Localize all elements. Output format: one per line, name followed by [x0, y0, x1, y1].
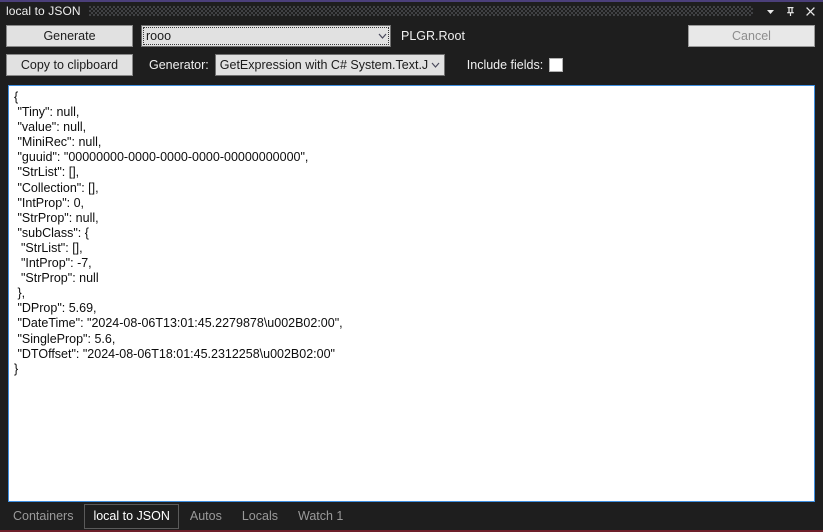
- window-drag-grip[interactable]: [88, 6, 753, 16]
- toolbar-row-primary: Generate rooo PLGR.Root Cancel: [6, 24, 815, 48]
- window-controls: [761, 3, 819, 19]
- window-title-bar: local to JSON: [0, 2, 823, 20]
- tab-autos[interactable]: Autos: [181, 504, 231, 529]
- generate-button[interactable]: Generate: [6, 25, 133, 47]
- root-expression-combobox[interactable]: rooo: [141, 25, 391, 47]
- chevron-down-icon[interactable]: [761, 3, 779, 19]
- tab-containers[interactable]: Containers: [4, 504, 82, 529]
- chevron-down-icon[interactable]: [374, 33, 390, 39]
- chevron-down-icon[interactable]: [428, 62, 444, 68]
- root-type-label: PLGR.Root: [401, 29, 465, 43]
- root-expression-value: rooo: [146, 29, 172, 43]
- window-title: local to JSON: [6, 4, 81, 18]
- copy-to-clipboard-button[interactable]: Copy to clipboard: [6, 54, 133, 76]
- tab-local-to-json[interactable]: local to JSON: [84, 503, 179, 529]
- generator-value: GetExpression with C# System.Text.Json: [219, 58, 428, 72]
- pin-icon[interactable]: [781, 3, 799, 19]
- toolbar: Generate rooo PLGR.Root Cancel Copy to c…: [0, 20, 823, 83]
- json-output-text[interactable]: { "Tiny": null, "value": null, "MiniRec"…: [9, 86, 814, 381]
- tool-window: local to JSON Generate rooo PLGR.Root Ca…: [0, 0, 823, 532]
- toolbar-row-secondary: Copy to clipboard Generator: GetExpressi…: [6, 53, 815, 77]
- include-fields-checkbox[interactable]: [549, 58, 564, 72]
- tab-locals[interactable]: Locals: [233, 504, 287, 529]
- tab-watch-1[interactable]: Watch 1: [289, 504, 352, 529]
- cancel-button[interactable]: Cancel: [688, 25, 815, 47]
- bottom-tab-strip: Containers local to JSON Autos Locals Wa…: [0, 502, 823, 530]
- json-output-panel[interactable]: { "Tiny": null, "value": null, "MiniRec"…: [8, 85, 815, 502]
- include-fields-label: Include fields:: [466, 58, 544, 72]
- generator-combobox[interactable]: GetExpression with C# System.Text.Json: [214, 54, 445, 76]
- close-icon[interactable]: [801, 3, 819, 19]
- generator-label: Generator:: [149, 58, 209, 72]
